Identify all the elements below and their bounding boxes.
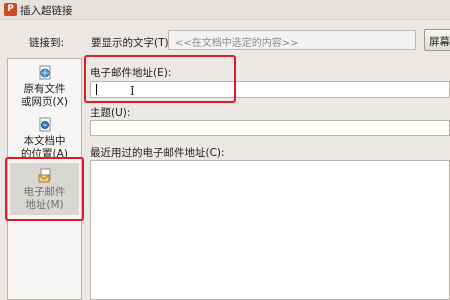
globe-document-icon (39, 65, 50, 80)
display-text-label: 要显示的文字(T): (91, 37, 173, 49)
presentation-app-icon: P (4, 3, 17, 16)
screentip-button[interactable]: 屏幕提 (424, 29, 450, 51)
subject-input[interactable] (90, 120, 450, 136)
document-anchor-icon (39, 117, 50, 132)
recent-email-list[interactable] (90, 160, 450, 300)
recent-email-label: 最近用过的电子邮件地址(C): (90, 147, 225, 159)
nav-place-label-line1: 本文档中 (23, 135, 66, 147)
nav-existing-label-line2: 或网页(X) (21, 96, 68, 108)
nav-existing-file-or-webpage[interactable]: 原有文件 或网页(X) (8, 65, 81, 113)
highlight-box-email-nav (5, 157, 84, 221)
link-to-label: 链接到: (29, 37, 65, 49)
highlight-box-email-field (84, 55, 236, 103)
dialog-title: 插入超链接 (20, 5, 73, 17)
subject-label: 主题(U): (90, 107, 131, 119)
display-text-input[interactable]: <<在文档中选定的内容>> (168, 30, 416, 50)
nav-existing-label-line1: 原有文件 (23, 83, 66, 95)
